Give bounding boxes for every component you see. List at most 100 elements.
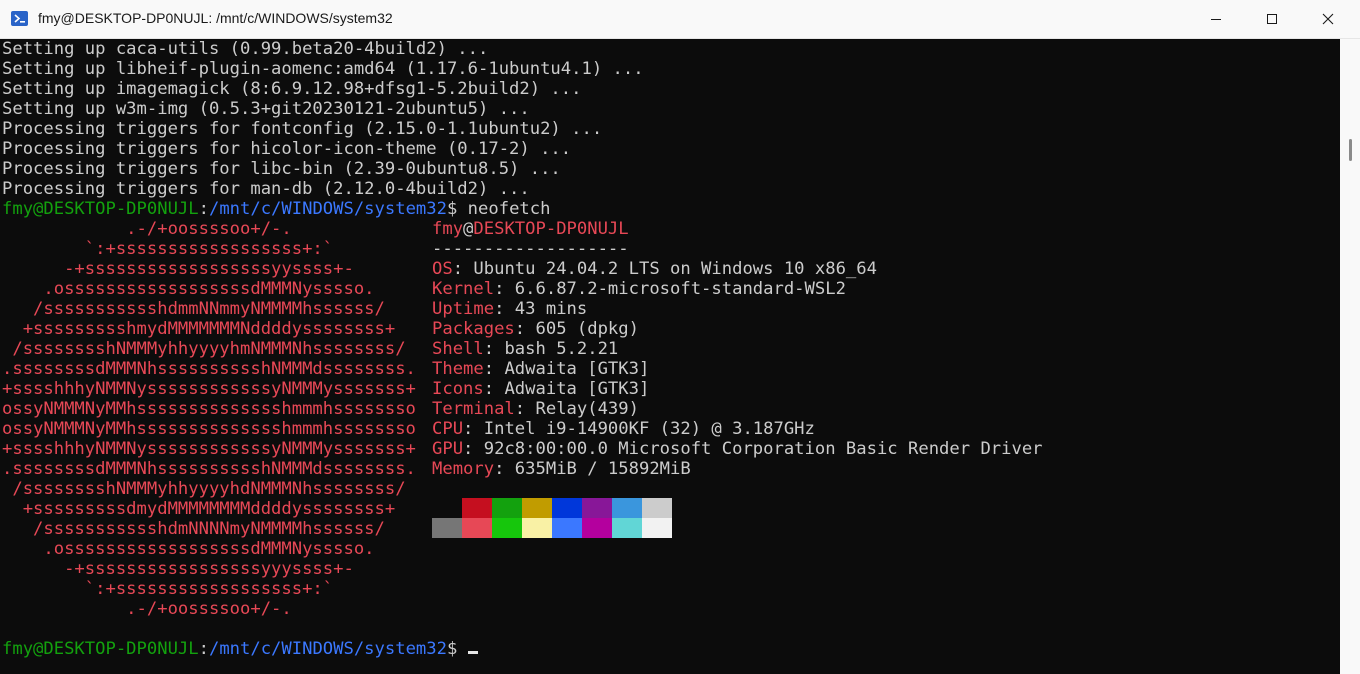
info-host: DESKTOP-DP0NUJL [473,219,629,239]
info-header: fmy@DESKTOP-DP0NUJL [432,219,1043,239]
info-key-separator: : [483,359,505,379]
color-swatch [612,518,642,538]
scrollbar[interactable] [1340,39,1360,674]
info-key-separator: : [452,259,474,279]
info-key-separator: : [494,299,515,319]
info-row: Icons: Adwaita [GTK3] [432,379,1043,399]
color-palette [432,498,672,538]
logo-line: `:+ssssssssssssssssss+:` [2,579,334,599]
prompt-dollar: $ [446,199,458,219]
info-row: OS: Ubuntu 24.04.2 LTS on Windows 10 x86… [432,259,1043,279]
info-key: Uptime [432,299,495,319]
info-row: Terminal: Relay(439) [432,399,1043,419]
info-key: GPU [432,439,464,459]
info-key-separator: : [463,439,484,459]
info-row: Uptime: 43 mins [432,299,1043,319]
terminal-window: fmy@DESKTOP-DP0NUJL: /mnt/c/WINDOWS/syst… [0,0,1360,674]
info-key: Shell [432,339,484,359]
logo-line: /sssssssshNMMMyhhyyyyhdNMMMNhssssssss/ [2,479,406,499]
color-swatch [522,498,552,518]
info-key-separator: : [483,339,505,359]
info-key: Kernel [432,279,495,299]
prompt-line: fmy@DESKTOP-DP0NUJL:/mnt/c/WINDOWS/syste… [2,199,1338,219]
info-row: Theme: Adwaita [GTK3] [432,359,1043,379]
color-swatch [552,498,582,518]
info-key-separator: : [494,279,515,299]
info-at: @ [463,219,474,239]
output-line: Setting up caca-utils (0.99.beta20-4buil… [2,39,489,59]
prompt-dollar: $ [446,639,458,659]
info-key: Memory [432,459,495,479]
info-value: Adwaita [GTK3] [504,379,650,399]
logo-line: -+sssssssssssssssssyyyssss+- [2,559,354,579]
color-swatch [552,518,582,538]
info-user: fmy [432,219,464,239]
close-button[interactable] [1300,0,1356,38]
scroll-thumb[interactable] [1349,139,1352,161]
prompt-user-host: fmy@DESKTOP-DP0NUJL [2,199,199,219]
system-info: fmy@DESKTOP-DP0NUJL ------------------- … [432,219,1043,479]
maximize-button[interactable] [1244,0,1300,38]
terminal-content[interactable]: Setting up caca-utils (0.99.beta20-4buil… [2,39,1338,674]
color-swatch [642,498,672,518]
color-swatch [462,498,492,518]
output-line: Processing triggers for fontconfig (2.15… [2,119,603,139]
color-swatch [582,518,612,538]
terminal-icon [11,11,28,26]
maximize-icon [1267,14,1277,24]
minimize-icon [1211,19,1221,20]
color-swatch [492,498,522,518]
prompt-separator: : [198,639,209,659]
info-fields: OS: Ubuntu 24.04.2 LTS on Windows 10 x86… [432,259,1043,479]
prompt-separator: : [198,199,209,219]
color-swatch [582,498,612,518]
close-icon [1322,13,1334,25]
output-line: Processing triggers for libc-bin (2.39-0… [2,159,561,179]
info-key: CPU [432,419,464,439]
color-swatch [612,498,642,518]
output-line: Setting up imagemagick (8:6.9.12.98+dfsg… [2,79,582,99]
window-title: fmy@DESKTOP-DP0NUJL: /mnt/c/WINDOWS/syst… [38,10,393,26]
info-row: GPU: 92c8:00:00.0 Microsoft Corporation … [432,439,1043,459]
info-row: Memory: 635MiB / 15892MiB [432,459,1043,479]
color-swatch [492,518,522,538]
info-row: Shell: bash 5.2.21 [432,339,1043,359]
info-value: 92c8:00:00.0 Microsoft Corporation Basic… [483,439,1043,459]
info-value: 6.6.87.2-microsoft-standard-WSL2 [514,279,846,299]
prompt-path: /mnt/c/WINDOWS/system32 [208,639,447,659]
info-value: 635MiB / 15892MiB [514,459,691,479]
info-value: 43 mins [514,299,588,319]
output-line: Setting up libheif-plugin-aomenc:amd64 (… [2,59,644,79]
title-bar[interactable]: fmy@DESKTOP-DP0NUJL: /mnt/c/WINDOWS/syst… [0,0,1360,39]
info-key-separator: : [494,459,515,479]
text-cursor [467,651,478,654]
info-key: Terminal [432,399,515,419]
info-key: Packages [432,319,515,339]
prompt-path: /mnt/c/WINDOWS/system32 [208,199,447,219]
minimize-button[interactable] [1188,0,1244,38]
info-row: Kernel: 6.6.87.2-microsoft-standard-WSL2 [432,279,1043,299]
color-swatch [642,518,672,538]
info-key: OS [432,259,453,279]
prompt-command: neofetch [457,199,551,219]
color-swatch [432,518,462,538]
info-key-separator: : [463,419,484,439]
info-row: CPU: Intel i9-14900KF (32) @ 3.187GHz [432,419,1043,439]
info-key: Icons [432,379,484,399]
info-key: Theme [432,359,484,379]
info-value: Ubuntu 24.04.2 LTS on Windows 10 x86_64 [473,259,877,279]
prompt-line: fmy@DESKTOP-DP0NUJL:/mnt/c/WINDOWS/syste… [2,639,1338,659]
output-line: Processing triggers for hicolor-icon-the… [2,139,572,159]
info-key-separator: : [514,399,536,419]
logo-line: .ossssssssssssssssssdMMMNysssso. [2,539,375,559]
info-value: Relay(439) [535,399,639,419]
info-value: Adwaita [GTK3] [504,359,650,379]
info-value: bash 5.2.21 [504,339,619,359]
info-divider: ------------------- [432,239,629,259]
info-key-separator: : [514,319,536,339]
logo-line: .-/+oossssoo+/-. [2,599,292,619]
color-swatch [522,518,552,538]
color-swatch [432,498,462,518]
info-value: 605 (dpkg) [535,319,639,339]
